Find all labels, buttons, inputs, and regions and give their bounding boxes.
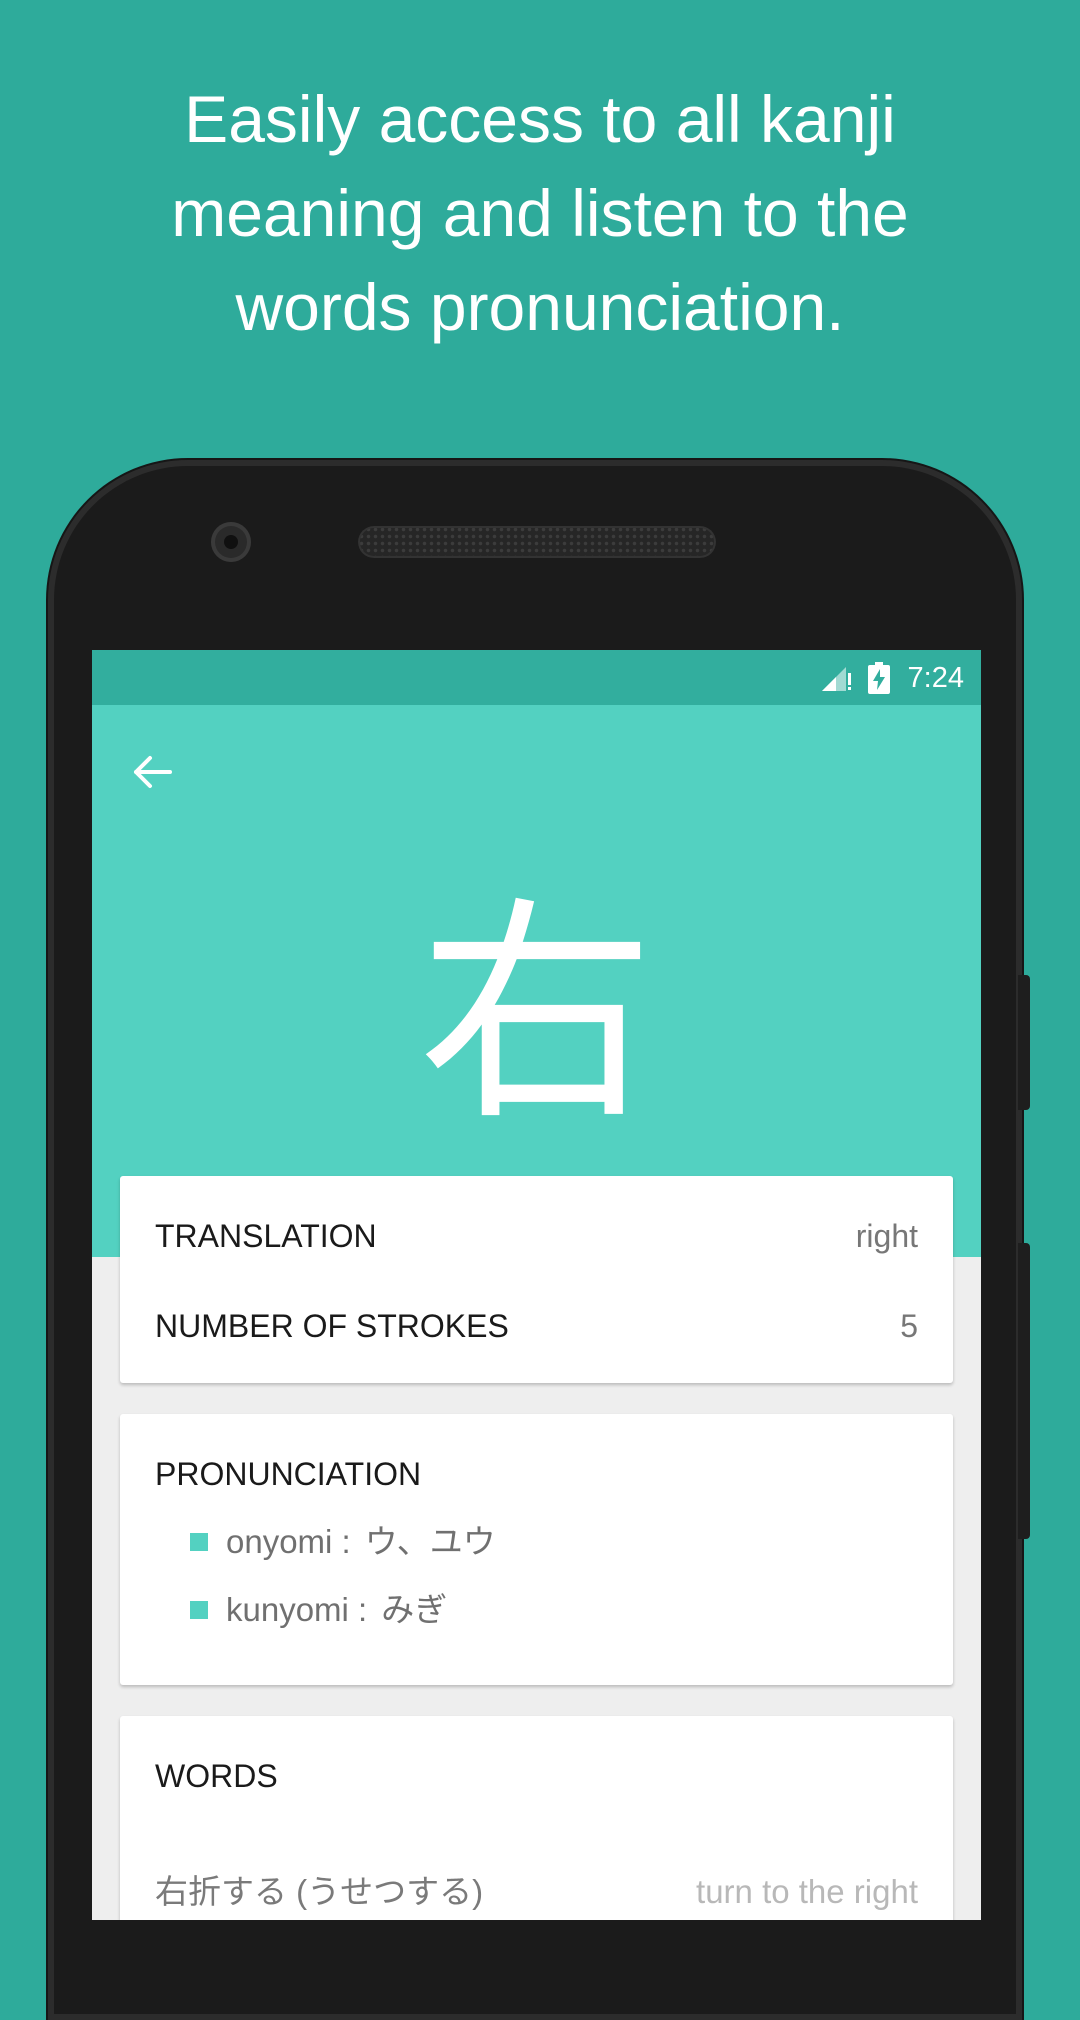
kanji-character: 右 [418,883,655,1147]
pronunciation-card: PRONUNCIATION onyomi : ウ、ユウ kunyomi : みぎ [120,1414,953,1685]
translation-label: TRANSLATION [155,1218,377,1254]
pronunciation-title: PRONUNCIATION [155,1456,422,1492]
word-text: 右折する (うせつする) [155,1873,484,1910]
phone-screen: 7:24 右 TRANSLATION right NUMBER OF STROK… [92,650,981,1920]
back-button[interactable] [128,747,178,797]
status-bar: 7:24 [92,650,981,705]
promo-heading-line-1: Easily access to all kanji [184,82,896,156]
reading-label: onyomi : [226,1523,351,1560]
status-time: 7:24 [907,662,964,694]
reading-onyomi[interactable]: onyomi : ウ、ユウ [190,1522,496,1562]
promo-heading-line-2: meaning and listen to the [171,176,909,250]
bullet-square-icon [190,1601,208,1619]
speaker-grille [358,526,716,558]
reading-label: kunyomi : [226,1591,368,1628]
arrow-left-icon [128,756,178,801]
reading-value: ウ、ユウ [364,1523,496,1560]
words-card: WORDS 右折する (うせつする) turn to the right [120,1716,953,1920]
phone-power-button [1018,975,1030,1110]
kanji-header: 右 [92,705,981,1257]
strokes-value: 5 [900,1308,918,1344]
summary-card: TRANSLATION right NUMBER OF STROKES 5 [120,1176,953,1383]
bullet-square-icon [190,1533,208,1551]
reading-value: みぎ [381,1591,448,1628]
translation-value: right [855,1218,918,1254]
battery-charging-icon [868,662,890,699]
word-meaning: turn to the right [696,1873,918,1910]
strokes-label: NUMBER OF STROKES [155,1308,509,1344]
reading-kunyomi[interactable]: kunyomi : みぎ [190,1590,447,1630]
promo-heading-line-3: words pronunciation. [235,270,845,344]
signal-no-data-icon [820,665,854,698]
words-title: WORDS [155,1758,278,1794]
phone-volume-button [1018,1243,1030,1539]
front-camera [211,522,251,562]
promo-heading: Easily access to all kanji meaning and l… [100,72,980,354]
